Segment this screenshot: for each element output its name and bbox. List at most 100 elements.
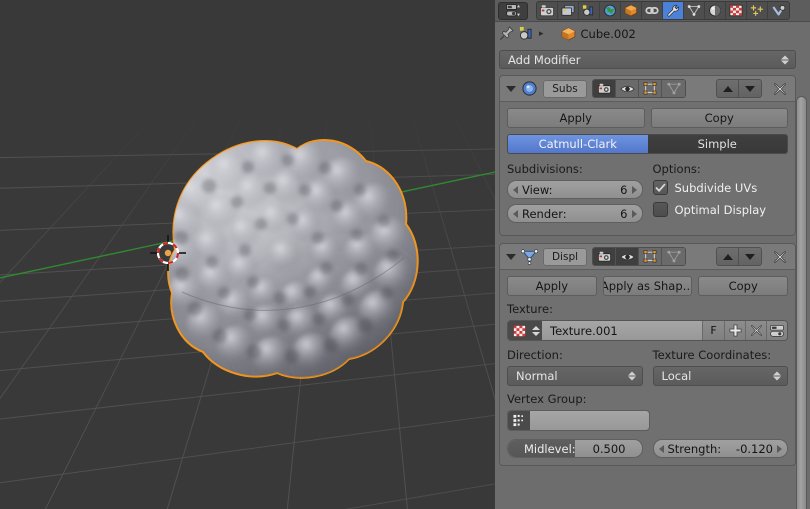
simple-option[interactable]: Simple: [647, 135, 787, 153]
render-subdivisions-field[interactable]: Render: 6: [507, 204, 643, 223]
render-toggle-displace[interactable]: [593, 248, 616, 265]
midlevel-slider[interactable]: Midlevel: 0.500: [507, 439, 643, 458]
pin-icon[interactable]: [499, 26, 514, 41]
decrement-icon[interactable]: [513, 209, 518, 218]
realtime-toggle-displace[interactable]: [616, 248, 639, 265]
add-modifier-label: Add Modifier: [508, 52, 581, 67]
texture-new-button[interactable]: [724, 321, 745, 340]
tab-particles[interactable]: [747, 2, 768, 19]
strength-field[interactable]: Strength: -0.120: [652, 439, 788, 458]
chevron-updown-icon: [781, 55, 789, 64]
subsurf-columns: Subdivisions: View: 6 Render: 6 Options:…: [507, 162, 788, 228]
tab-constraints[interactable]: [642, 2, 663, 19]
apply-button-subsurf[interactable]: Apply: [507, 108, 645, 128]
tab-object[interactable]: [621, 2, 642, 19]
on-cage-toggle-displace[interactable]: [662, 248, 685, 265]
object-cube-icon: [561, 27, 575, 40]
catmull-clark-option[interactable]: Catmull-Clark: [508, 135, 648, 153]
edit-mode-toggle-displace[interactable]: [639, 248, 662, 265]
delete-modifier-displace[interactable]: [771, 247, 789, 266]
3d-viewport[interactable]: [0, 0, 495, 509]
subdivide-uvs-checkbox[interactable]: [652, 180, 668, 195]
texture-fake-user-button[interactable]: F: [702, 321, 724, 340]
optimal-display-label: Optimal Display: [674, 202, 767, 217]
render-value: 6: [620, 206, 628, 221]
breadcrumb-separator: ▸: [539, 28, 544, 39]
tab-physics[interactable]: [768, 2, 789, 19]
expand-collapse-icon[interactable]: [506, 85, 516, 92]
texture-type-icon-button[interactable]: [508, 321, 530, 340]
options-label: Options:: [652, 162, 701, 176]
vertex-group-label: Vertex Group:: [507, 392, 587, 406]
unlink-x-icon: [750, 324, 762, 337]
properties-scrollbar-track[interactable]: [795, 46, 809, 509]
displace-icon: [521, 249, 538, 265]
texture-show-in-texture-tab-button[interactable]: [766, 321, 787, 340]
tab-modifiers[interactable]: [663, 2, 684, 19]
copy-button-subsurf[interactable]: Copy: [650, 108, 788, 128]
apply-button-displace[interactable]: Apply: [507, 276, 597, 296]
modifier-panel-subsurf: Subs Apply Copy Catmull-Clark Simple Sub…: [499, 75, 796, 236]
displace-dropdown-columns: Direction: Normal Texture Coordinates: L…: [507, 348, 788, 392]
reorder-buttons-displace: [716, 247, 762, 266]
texture-coordinates-dropdown[interactable]: Local: [652, 366, 788, 386]
mesh-object-cube002[interactable]: [0, 0, 495, 509]
realtime-toggle-subsurf[interactable]: [616, 80, 639, 97]
add-modifier-dropdown[interactable]: Add Modifier: [499, 50, 796, 69]
modifiers-wrench-icon: [667, 4, 679, 17]
move-up-button-displace[interactable]: [716, 247, 739, 266]
increment-icon[interactable]: [631, 209, 637, 218]
texture-name-input[interactable]: Texture.001: [542, 321, 702, 340]
decrement-icon[interactable]: [513, 185, 518, 194]
copy-button-displace[interactable]: Copy: [698, 276, 789, 296]
tab-render-layers[interactable]: [558, 2, 579, 19]
tab-object-data[interactable]: [684, 2, 705, 19]
modifier-body-displace: Apply Apply as Shap… Copy Texture: Textu…: [500, 270, 795, 458]
browse-scene-icon[interactable]: [519, 26, 534, 41]
view-label: View:: [522, 182, 553, 197]
tab-texture[interactable]: [726, 2, 747, 19]
expand-collapse-icon[interactable]: [506, 253, 516, 260]
view-subdivisions-field[interactable]: View: 6: [507, 180, 643, 199]
increment-icon[interactable]: [631, 185, 637, 194]
render-label: Render:: [522, 206, 567, 221]
direction-dropdown[interactable]: Normal: [507, 366, 643, 386]
optimal-display-checkbox-row[interactable]: Optimal Display: [652, 202, 789, 217]
subdivide-uvs-checkbox-row[interactable]: Subdivide UVs: [652, 180, 789, 195]
midlevel-label: Midlevel:: [524, 441, 576, 456]
editor-type-selector[interactable]: [498, 1, 528, 20]
subdivide-uvs-label: Subdivide UVs: [674, 180, 758, 195]
texture-browse-spinner[interactable]: [530, 321, 542, 340]
check-icon: [654, 183, 666, 192]
tab-material[interactable]: [705, 2, 726, 19]
decrement-icon[interactable]: [658, 444, 664, 453]
render-layers-icon: [561, 4, 575, 16]
properties-scrollbar-thumb[interactable]: [796, 96, 807, 509]
delete-modifier-subsurf[interactable]: [771, 79, 789, 98]
edit-mode-toggle-subsurf[interactable]: [639, 80, 662, 97]
tab-world[interactable]: [600, 2, 621, 19]
texture-datablock-row: Texture.001 F: [507, 320, 788, 341]
apply-as-shapekey-button[interactable]: Apply as Shap…: [602, 276, 693, 296]
move-down-button-subsurf[interactable]: [739, 79, 762, 98]
object-cube-icon: [624, 4, 638, 17]
texture-checker-icon: [729, 4, 743, 17]
optimal-display-checkbox[interactable]: [652, 202, 668, 217]
context-tab-bar: [536, 1, 790, 20]
modifier-name-field-displace[interactable]: Displ: [543, 247, 587, 266]
properties-editor: ▸ Cube.002 Add Modifier Subs Apply Copy …: [495, 0, 810, 509]
tab-scene[interactable]: [579, 2, 600, 19]
increment-icon[interactable]: [777, 444, 782, 453]
vertex-group-field[interactable]: [507, 410, 650, 431]
strength-column: Strength: -0.120: [652, 439, 788, 458]
plus-icon: [729, 324, 741, 337]
render-toggle-subsurf[interactable]: [593, 80, 616, 97]
subdivisions-column: Subdivisions: View: 6 Render: 6: [507, 162, 643, 228]
tab-render[interactable]: [537, 2, 558, 19]
move-down-button-displace[interactable]: [739, 247, 762, 266]
edit-mode-icon: [643, 250, 657, 263]
modifier-name-field-subsurf[interactable]: Subs: [543, 79, 587, 98]
move-up-button-subsurf[interactable]: [716, 79, 739, 98]
on-cage-toggle-subsurf[interactable]: [662, 80, 685, 97]
texture-unlink-button[interactable]: [745, 321, 766, 340]
